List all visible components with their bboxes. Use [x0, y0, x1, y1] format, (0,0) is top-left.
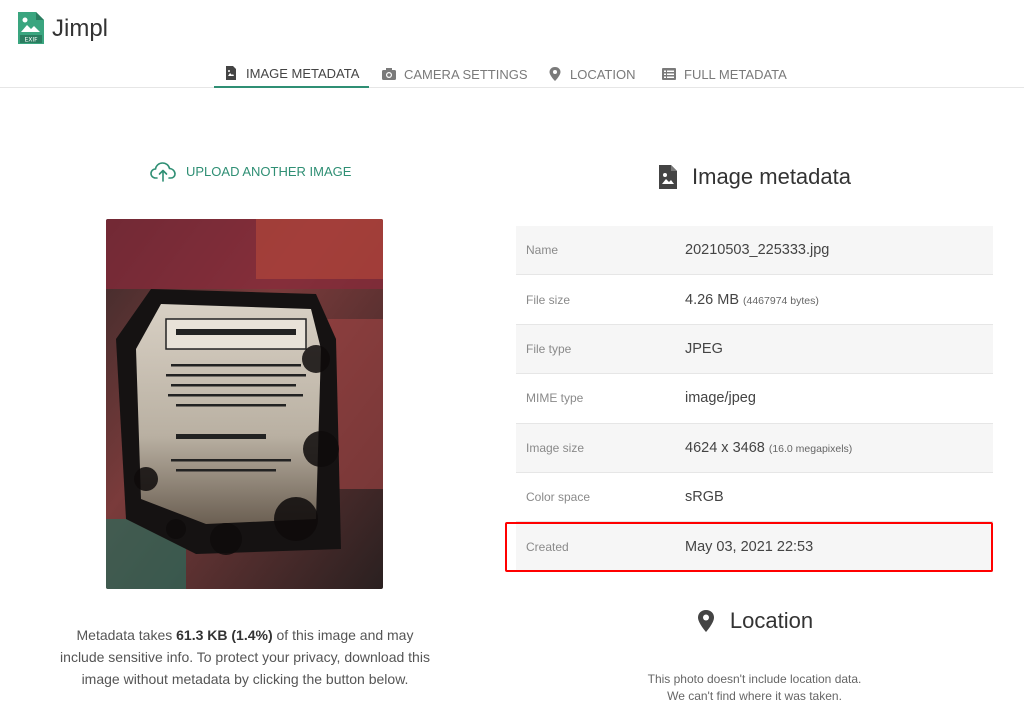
app-title: Jimpl — [52, 15, 109, 42]
table-row: File type JPEG — [516, 324, 993, 375]
header: EXIF Jimpl IMAGE METADATA CAMERA SETTING… — [0, 0, 1024, 88]
svg-text:EXIF: EXIF — [24, 37, 38, 44]
metadata-size: 61.3 KB (1.4%) — [176, 627, 273, 643]
file-image-icon — [226, 66, 236, 80]
map-pin-icon — [697, 610, 714, 632]
metadata-table: Name 20210503_225333.jpg File size 4.26 … — [516, 226, 993, 572]
tab-image-metadata[interactable]: IMAGE METADATA — [214, 60, 370, 88]
table-row-created: Created May 03, 2021 22:53 — [516, 522, 993, 572]
table-row: Image size 4624 x 3468 (16.0 megapixels) — [516, 423, 993, 473]
location-message: This photo doesn't include location data… — [647, 672, 862, 703]
list-icon — [662, 68, 676, 80]
image-metadata-heading: Image metadata — [516, 164, 993, 190]
jimpl-logo-icon[interactable]: EXIF — [16, 10, 46, 46]
uploaded-photo-preview — [106, 219, 383, 589]
privacy-notice: Metadata takes 61.3 KB (1.4%) of this im… — [60, 627, 430, 687]
map-pin-icon — [549, 67, 561, 81]
file-image-icon — [659, 165, 677, 189]
upload-another-image-link[interactable]: UPLOAD ANOTHER IMAGE — [150, 160, 351, 182]
tab-full-metadata[interactable]: FULL METADATA — [652, 60, 797, 88]
table-row: Color space sRGB — [516, 473, 993, 523]
table-row: MIME type image/jpeg — [516, 374, 993, 424]
camera-icon — [382, 68, 396, 80]
table-row: File size 4.26 MB (4467974 bytes) — [516, 275, 993, 325]
tab-location[interactable]: LOCATION — [538, 60, 646, 88]
photo-image — [106, 219, 383, 589]
location-heading: Location — [516, 608, 993, 634]
cloud-upload-icon — [150, 162, 176, 182]
main-nav: IMAGE METADATA CAMERA SETTINGS LOCATION — [0, 60, 1024, 88]
table-row: Name 20210503_225333.jpg — [516, 226, 993, 276]
tab-camera-settings[interactable]: CAMERA SETTINGS — [372, 60, 538, 88]
